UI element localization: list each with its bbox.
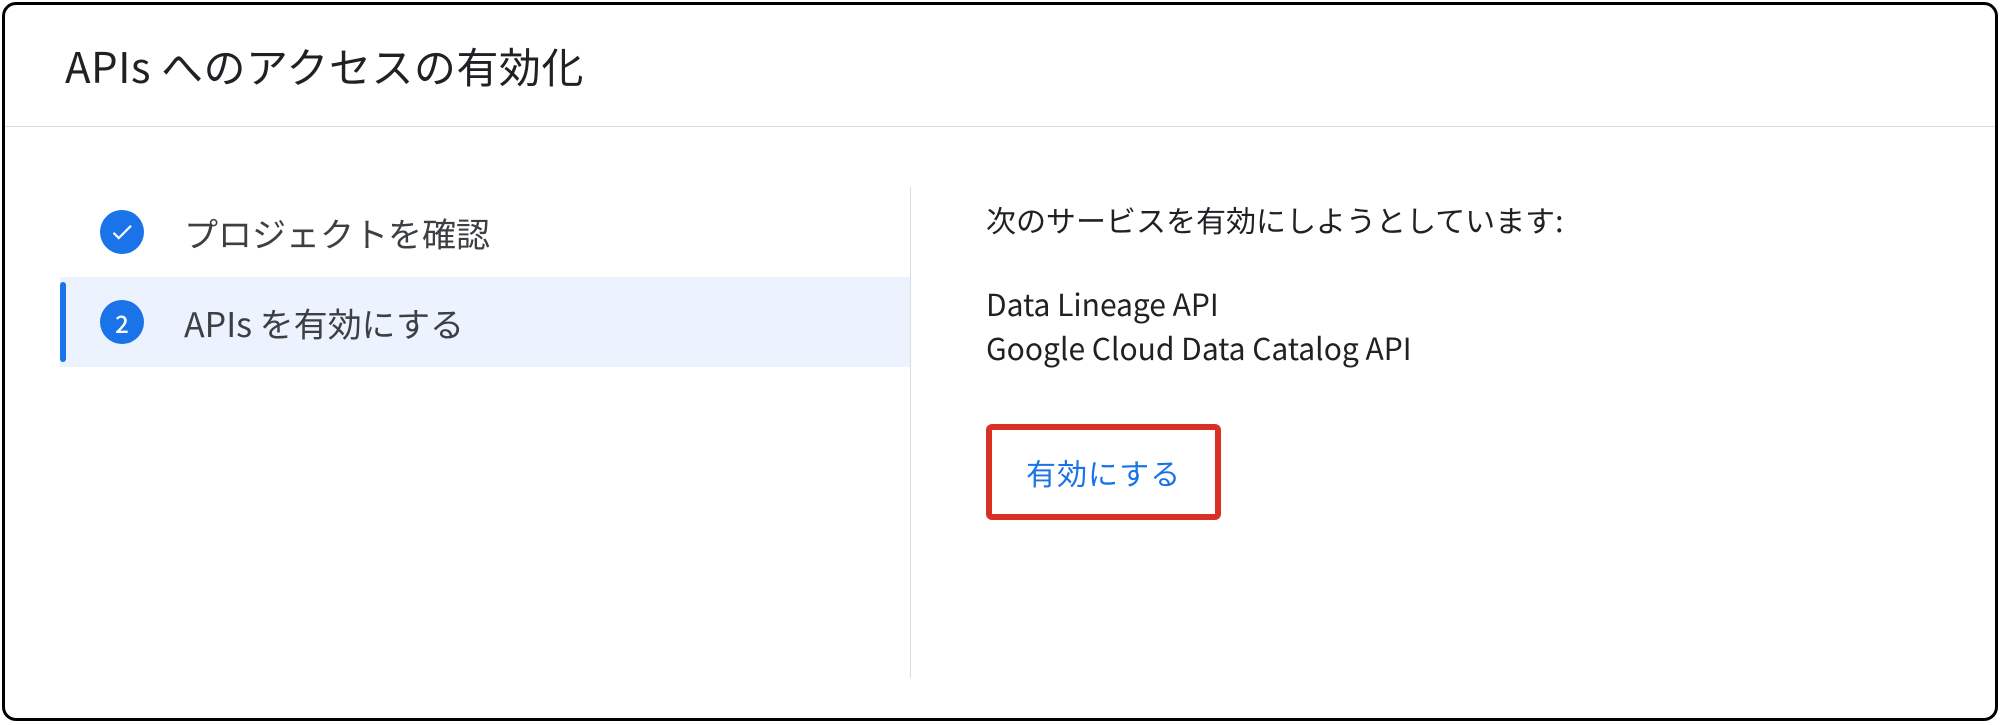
- step-enable-apis[interactable]: 2 APIs を有効にする: [60, 277, 910, 367]
- dialog-content: プロジェクトを確認 2 APIs を有効にする 次のサービスを有効にしようとして…: [5, 127, 1995, 718]
- step-number-icon: 2: [100, 300, 144, 344]
- step-label: APIs を有効にする: [184, 298, 464, 347]
- dialog-title: APIs へのアクセスの有効化: [65, 35, 1935, 96]
- api-list: Data Lineage API Google Cloud Data Catal…: [986, 282, 1935, 369]
- details-panel: 次のサービスを有効にしようとしています: Data Lineage API Go…: [911, 187, 1995, 678]
- step-confirm-project[interactable]: プロジェクトを確認: [60, 187, 910, 277]
- step-label: プロジェクトを確認: [184, 208, 490, 257]
- enable-button[interactable]: 有効にする: [998, 436, 1209, 508]
- enable-button-highlight: 有効にする: [986, 424, 1221, 520]
- api-item: Google Cloud Data Catalog API: [986, 326, 1935, 370]
- api-item: Data Lineage API: [986, 282, 1935, 326]
- steps-panel: プロジェクトを確認 2 APIs を有効にする: [5, 187, 910, 678]
- intro-text: 次のサービスを有効にしようとしています:: [986, 197, 1935, 242]
- check-icon: [100, 210, 144, 254]
- dialog-header: APIs へのアクセスの有効化: [5, 5, 1995, 127]
- enable-apis-dialog: APIs へのアクセスの有効化 プロジェクトを確認 2 APIs を有効にする …: [2, 2, 1998, 721]
- step-number: 2: [115, 305, 129, 340]
